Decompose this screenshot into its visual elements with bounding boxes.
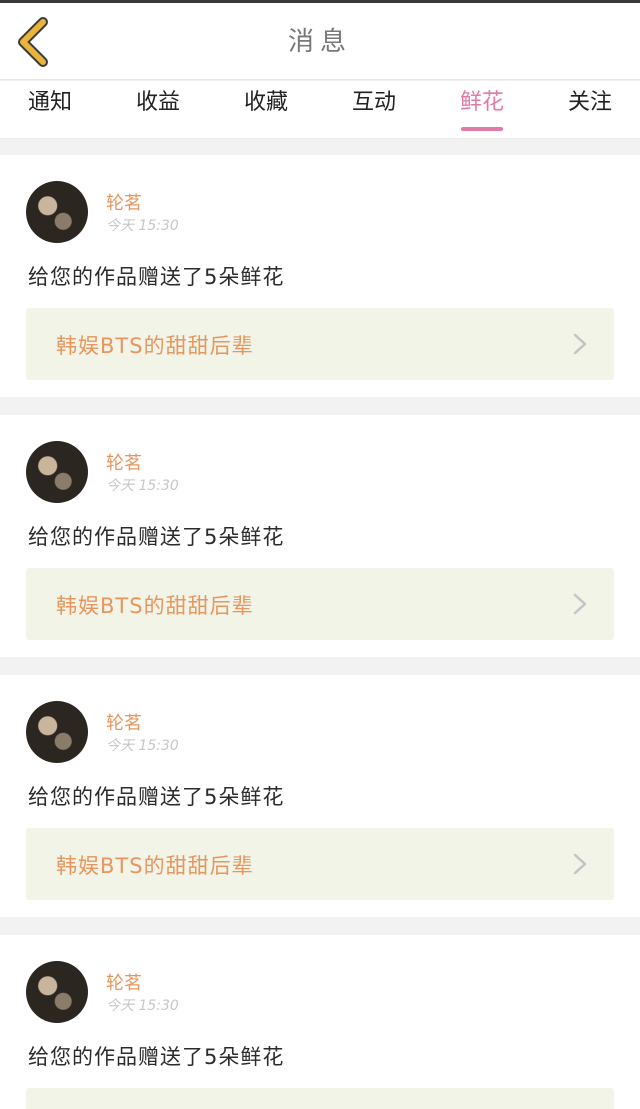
message-time: 今天 15:30: [106, 478, 179, 494]
avatar[interactable]: [26, 181, 88, 243]
page-title: 消息: [287, 27, 352, 57]
header-bar: 消息: [0, 3, 640, 80]
work-title: 韩娱BTS的甜甜后辈: [56, 854, 254, 878]
avatar[interactable]: [26, 701, 88, 763]
message-time: 今天 15:30: [106, 218, 179, 234]
tab-label: 鲜花: [459, 90, 504, 115]
tab-label: 关注: [567, 90, 612, 115]
sender-name[interactable]: 轮茗: [106, 449, 142, 475]
tab-following[interactable]: 关注: [540, 81, 640, 139]
work-title: 韩娱BTS的甜甜后辈: [56, 334, 254, 358]
work-link[interactable]: 韩娱BTS的甜甜后辈: [26, 828, 614, 900]
avatar[interactable]: [26, 961, 88, 1023]
tab-flowers[interactable]: 鲜花: [432, 81, 532, 139]
message-time: 今天 15:30: [106, 738, 179, 754]
chevron-right-icon: [573, 853, 587, 875]
active-tab-indicator: [461, 127, 503, 131]
chevron-right-icon: [573, 593, 587, 615]
sender-name[interactable]: 轮茗: [106, 969, 142, 995]
message-text: 给您的作品赠送了5朵鲜花: [28, 525, 285, 549]
tab-earnings[interactable]: 收益: [108, 81, 208, 139]
work-link[interactable]: [26, 1088, 614, 1109]
tab-bar: 通知 收益 收藏 互动 鲜花 关注: [0, 81, 640, 139]
message-card: 轮茗 今天 15:30 给您的作品赠送了5朵鲜花 韩娱BTS的甜甜后辈: [0, 675, 640, 917]
work-link[interactable]: 韩娱BTS的甜甜后辈: [26, 308, 614, 380]
tab-label: 互动: [351, 90, 396, 115]
tab-label: 收益: [135, 90, 180, 115]
tab-interactions[interactable]: 互动: [324, 81, 424, 139]
message-card: 轮茗 今天 15:30 给您的作品赠送了5朵鲜花: [0, 935, 640, 1109]
work-link[interactable]: 韩娱BTS的甜甜后辈: [26, 568, 614, 640]
message-text: 给您的作品赠送了5朵鲜花: [28, 1045, 285, 1069]
tab-label: 收藏: [243, 90, 288, 115]
message-text: 给您的作品赠送了5朵鲜花: [28, 785, 285, 809]
message-time: 今天 15:30: [106, 998, 179, 1014]
tab-notifications[interactable]: 通知: [0, 81, 100, 139]
avatar[interactable]: [26, 441, 88, 503]
message-card: 轮茗 今天 15:30 给您的作品赠送了5朵鲜花 韩娱BTS的甜甜后辈: [0, 155, 640, 397]
chevron-right-icon: [573, 333, 587, 355]
message-text: 给您的作品赠送了5朵鲜花: [28, 265, 285, 289]
sender-name[interactable]: 轮茗: [106, 189, 142, 215]
message-card: 轮茗 今天 15:30 给您的作品赠送了5朵鲜花 韩娱BTS的甜甜后辈: [0, 415, 640, 657]
sender-name[interactable]: 轮茗: [106, 709, 142, 735]
tab-label: 通知: [27, 90, 72, 115]
work-title: 韩娱BTS的甜甜后辈: [56, 594, 254, 618]
tab-favorites[interactable]: 收藏: [216, 81, 316, 139]
